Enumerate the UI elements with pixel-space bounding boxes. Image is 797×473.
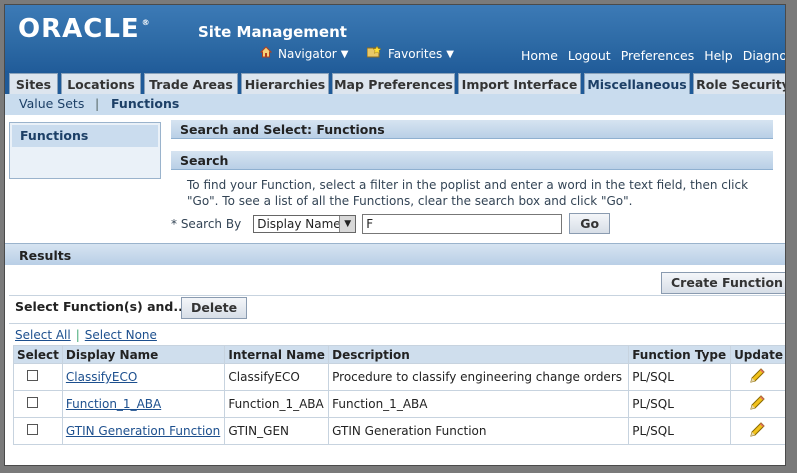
tab-sites[interactable]: Sites — [9, 73, 58, 94]
display-name-link[interactable]: ClassifyECO — [61, 363, 226, 391]
update-cell — [730, 390, 785, 418]
row-select-cell — [13, 363, 63, 391]
go-button[interactable]: Go — [569, 213, 611, 234]
create-function-button[interactable]: Create Function — [661, 272, 785, 294]
table-row: Function_1_ABA Function_1_ABA Function_1… — [13, 390, 785, 418]
header-banner: ORACLE ® Site Management Navigator ▼ Favo… — [5, 5, 785, 75]
sidenav-item-functions[interactable]: Functions — [12, 125, 158, 147]
subtabs: Value Sets | Functions — [5, 94, 785, 115]
favorites-label: Favorites — [388, 47, 443, 61]
pencil-edit-icon[interactable] — [748, 394, 768, 412]
description-cell: GTIN Generation Function — [328, 417, 630, 445]
pencil-edit-icon[interactable] — [748, 421, 768, 439]
select-links: Select All | Select None — [15, 328, 157, 342]
column-header-display-name[interactable]: Display Name — [61, 345, 226, 364]
description-cell: Function_1_ABA — [328, 390, 630, 418]
column-header-internal-name[interactable]: Internal Name — [224, 345, 330, 364]
divider — [9, 295, 785, 296]
tab-import-interface[interactable]: Import Interface — [458, 73, 581, 94]
internal-name-cell: ClassifyECO — [224, 363, 330, 391]
select-none-link[interactable]: Select None — [85, 328, 157, 342]
side-navigation: Functions — [9, 122, 161, 179]
oracle-logo: ORACLE ® — [18, 14, 151, 44]
column-header-description[interactable]: Description — [328, 345, 630, 364]
app-window: ORACLE ® Site Management Navigator ▼ Favo… — [4, 4, 786, 466]
results-header: Results — [5, 243, 785, 265]
favorites-folder-icon — [366, 45, 382, 62]
row-checkbox[interactable] — [27, 424, 38, 435]
select-action-text: Select Function(s) and... — [15, 299, 188, 314]
column-header-select: Select — [13, 345, 63, 364]
search-select-header: Search and Select: Functions — [171, 120, 773, 139]
preferences-link[interactable]: Preferences — [621, 48, 695, 63]
select-action-label: Select Function(s) and... — [15, 299, 188, 314]
row-select-cell — [13, 390, 63, 418]
function-type-cell: PL/SQL — [628, 390, 732, 418]
description-cell: Procedure to classify engineering change… — [328, 363, 630, 391]
internal-name-cell: GTIN_GEN — [224, 417, 330, 445]
update-cell — [730, 417, 785, 445]
function-type-cell: PL/SQL — [628, 417, 732, 445]
select-all-link[interactable]: Select All — [15, 328, 71, 342]
row-select-cell — [13, 417, 63, 445]
link-separator: | — [75, 328, 80, 342]
search-input[interactable]: F — [362, 213, 563, 234]
tab-role-security[interactable]: Role Security — [693, 73, 785, 94]
column-header-update: Update — [730, 345, 785, 364]
search-by-select[interactable]: Display Name ▼ — [253, 214, 357, 233]
home-link[interactable]: Home — [521, 48, 558, 63]
tab-hierarchies[interactable]: Hierarchies — [241, 73, 329, 94]
navigator-label: Navigator — [278, 47, 337, 61]
search-header: Search — [171, 151, 773, 170]
global-links: Home Logout Preferences Help Diagnosti — [521, 48, 785, 63]
column-header-function-type[interactable]: Function Type — [628, 345, 732, 364]
tab-trade-areas[interactable]: Trade Areas — [144, 73, 238, 94]
tab-locations[interactable]: Locations — [61, 73, 141, 94]
update-cell — [730, 363, 785, 391]
home-icon — [259, 46, 273, 62]
search-instructions: To find your Function, select a filter i… — [187, 178, 749, 208]
subtab-functions[interactable]: Functions — [111, 96, 179, 111]
table-header-row: Select Display Name Internal Name Descri… — [13, 345, 785, 364]
tab-map-preferences[interactable]: Map Preferences — [332, 73, 455, 94]
display-name-link[interactable]: GTIN Generation Function — [61, 417, 226, 445]
search-by-value: Display Name — [257, 216, 341, 231]
app-title: Site Management — [198, 23, 347, 41]
divider — [9, 323, 785, 324]
delete-button[interactable]: Delete — [181, 297, 248, 319]
table-row: ClassifyECO ClassifyECO Procedure to cla… — [13, 363, 785, 391]
main-tabs: Sites Locations Trade Areas Hierarchies … — [5, 71, 785, 94]
function-type-cell: PL/SQL — [628, 363, 732, 391]
tab-miscellaneous[interactable]: Miscellaneous — [584, 73, 690, 94]
internal-name-cell: Function_1_ABA — [224, 390, 330, 418]
results-table: Select Display Name Internal Name Descri… — [13, 345, 785, 445]
search-row: * Search By Display Name ▼ F Go — [171, 213, 611, 234]
search-by-label: * Search By — [171, 216, 242, 231]
table-row: GTIN Generation Function GTIN_GEN GTIN G… — [13, 417, 785, 445]
help-link[interactable]: Help — [704, 48, 733, 63]
chevron-down-icon: ▼ — [446, 48, 454, 60]
row-checkbox[interactable] — [27, 397, 38, 408]
subtab-separator: | — [95, 96, 100, 111]
chevron-down-icon: ▼ — [340, 48, 349, 60]
pencil-edit-icon[interactable] — [748, 367, 768, 385]
display-name-link[interactable]: Function_1_ABA — [61, 390, 226, 418]
diagnostics-link[interactable]: Diagnosti — [743, 48, 785, 63]
logout-link[interactable]: Logout — [568, 48, 611, 63]
subtab-value-sets[interactable]: Value Sets — [19, 96, 84, 111]
row-checkbox[interactable] — [27, 370, 38, 381]
favorites-menu[interactable]: Favorites ▼ — [366, 45, 454, 62]
navigator-menu[interactable]: Navigator ▼ — [259, 46, 349, 62]
dropdown-arrow-icon[interactable]: ▼ — [339, 215, 356, 232]
